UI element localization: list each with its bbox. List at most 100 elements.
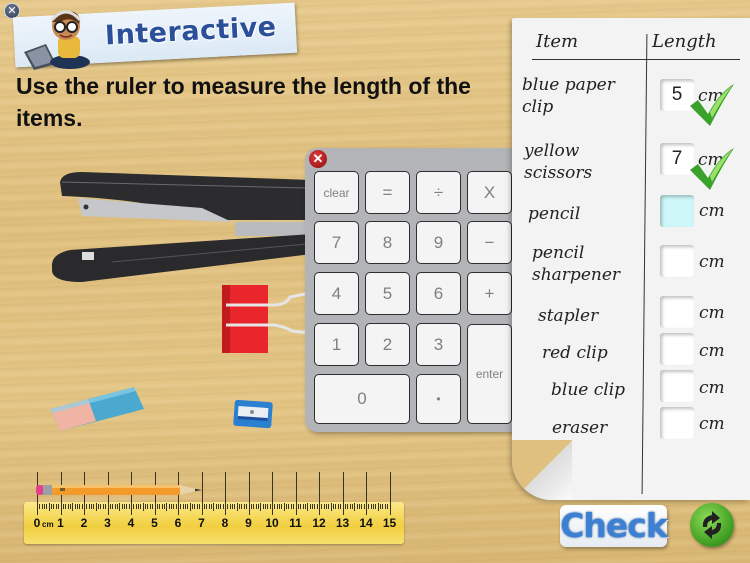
item-label-pencil: pencil bbox=[528, 203, 580, 225]
ruler-major-tick bbox=[319, 472, 320, 515]
ruler-minor-tick bbox=[234, 504, 236, 509]
item-label-line: yellow bbox=[524, 141, 580, 161]
ruler-minor-tick bbox=[375, 504, 377, 509]
ruler-minor-tick bbox=[274, 504, 276, 509]
length-input-red-clip[interactable] bbox=[660, 333, 694, 365]
ruler-minor-tick bbox=[269, 504, 271, 509]
number-keypad: ✕ clear = ÷ X 7 8 9 − 4 5 6 + 1 2 3 ente… bbox=[305, 148, 521, 432]
ruler-minor-tick bbox=[128, 504, 130, 509]
ruler-minor-tick bbox=[192, 504, 194, 509]
ruler-minor-tick bbox=[243, 504, 245, 509]
key-6[interactable]: 6 bbox=[416, 272, 461, 315]
pencil-item[interactable] bbox=[36, 483, 202, 497]
instruction-text: Use the ruler to measure the length of t… bbox=[16, 73, 471, 131]
item-label-blue-paper-clip: blue paper clip bbox=[522, 74, 615, 118]
close-circle-icon: ✕ bbox=[7, 5, 17, 17]
ruler-number: 13 bbox=[335, 516, 350, 530]
correct-checkmark-icon bbox=[690, 84, 734, 126]
paper-curl bbox=[512, 440, 572, 500]
ruler-minor-tick bbox=[232, 504, 234, 509]
ruler-minor-tick bbox=[363, 504, 365, 509]
key-clear[interactable]: clear bbox=[314, 171, 359, 214]
key-plus[interactable]: + bbox=[467, 272, 512, 315]
ruler-minor-tick bbox=[189, 503, 191, 511]
ruler-minor-tick bbox=[239, 504, 241, 509]
ruler-minor-tick bbox=[311, 504, 313, 509]
ruler-minor-tick bbox=[253, 504, 255, 509]
stapler-item[interactable] bbox=[52, 170, 312, 285]
ruler-minor-tick bbox=[210, 504, 212, 509]
key-minus[interactable]: − bbox=[467, 221, 512, 264]
ruler-minor-tick bbox=[76, 504, 78, 509]
ruler-minor-tick bbox=[112, 504, 114, 509]
header-divider bbox=[532, 59, 740, 60]
ruler-minor-tick bbox=[222, 504, 224, 509]
key-multiply[interactable]: X bbox=[467, 171, 512, 214]
check-button[interactable]: Check bbox=[560, 505, 668, 547]
ruler-minor-tick bbox=[48, 503, 50, 511]
key-0[interactable]: 0 bbox=[314, 374, 410, 424]
item-label-stapler: stapler bbox=[538, 305, 598, 327]
ruler-minor-tick bbox=[227, 504, 229, 509]
key-1[interactable]: 1 bbox=[314, 323, 359, 366]
pencil-sharpener-item[interactable] bbox=[232, 398, 274, 430]
ruler-number: 9 bbox=[245, 516, 252, 530]
ruler-minor-tick bbox=[69, 504, 71, 509]
ruler-minor-tick bbox=[260, 503, 262, 511]
ruler-minor-tick bbox=[264, 504, 266, 509]
ruler-minor-tick bbox=[114, 504, 116, 509]
ruler-minor-tick bbox=[156, 504, 158, 509]
correct-checkmark-icon bbox=[690, 148, 734, 190]
red-clip-item[interactable] bbox=[220, 283, 310, 353]
key-9[interactable]: 9 bbox=[416, 221, 461, 264]
ruler-minor-tick bbox=[123, 504, 125, 509]
key-7[interactable]: 7 bbox=[314, 221, 359, 264]
key-5[interactable]: 5 bbox=[365, 272, 410, 315]
ruler-minor-tick bbox=[293, 504, 295, 509]
ruler-minor-tick bbox=[170, 504, 172, 509]
length-input-pencil-sharpener[interactable] bbox=[660, 245, 694, 277]
item-label-line: clip bbox=[522, 97, 554, 117]
ruler-major-tick bbox=[342, 472, 344, 515]
ruler-major-tick bbox=[366, 472, 367, 515]
key-2[interactable]: 2 bbox=[365, 323, 410, 366]
ruler-number: 14 bbox=[359, 516, 373, 530]
item-label-line: red clip bbox=[542, 343, 608, 363]
ruler-minor-tick bbox=[246, 504, 248, 509]
key-4[interactable]: 4 bbox=[314, 272, 359, 315]
ruler-major-tick bbox=[295, 472, 297, 515]
length-input-eraser[interactable] bbox=[660, 407, 694, 439]
length-input-blue-clip[interactable] bbox=[660, 370, 694, 402]
item-label-line: blue clip bbox=[551, 380, 626, 400]
ruler-minor-tick bbox=[39, 504, 41, 509]
key-equals[interactable]: = bbox=[365, 171, 410, 214]
ruler-minor-tick bbox=[351, 504, 353, 509]
ruler-minor-tick bbox=[288, 504, 290, 509]
ruler-minor-tick bbox=[328, 504, 330, 509]
ruler-minor-tick bbox=[147, 504, 149, 509]
ruler-minor-tick bbox=[72, 503, 74, 511]
ruler-minor-tick bbox=[65, 504, 67, 509]
reset-button[interactable] bbox=[690, 503, 734, 547]
key-8[interactable]: 8 bbox=[365, 221, 410, 264]
length-input-stapler[interactable] bbox=[660, 296, 694, 328]
key-divide[interactable]: ÷ bbox=[416, 171, 461, 214]
length-input-pencil[interactable] bbox=[660, 195, 694, 227]
key-enter[interactable]: enter bbox=[467, 324, 512, 424]
ruler-minor-tick bbox=[335, 504, 337, 509]
ruler-minor-tick bbox=[241, 504, 243, 509]
ruler-number: 2 bbox=[80, 516, 88, 530]
mascot-icon bbox=[24, 10, 90, 70]
eraser-item[interactable] bbox=[48, 385, 148, 435]
unit-label: cm bbox=[699, 341, 725, 361]
ruler-minor-tick bbox=[121, 504, 123, 509]
ruler-minor-tick bbox=[314, 504, 316, 509]
ruler-minor-tick bbox=[380, 504, 382, 509]
ruler-minor-tick bbox=[323, 504, 325, 509]
key-decimal[interactable]: • bbox=[416, 374, 461, 424]
ruler-minor-tick bbox=[286, 504, 288, 509]
ruler-minor-tick bbox=[62, 504, 64, 509]
ruler-minor-tick bbox=[326, 504, 328, 509]
keypad-close-button[interactable]: ✕ bbox=[309, 150, 327, 168]
key-3[interactable]: 3 bbox=[416, 323, 461, 366]
